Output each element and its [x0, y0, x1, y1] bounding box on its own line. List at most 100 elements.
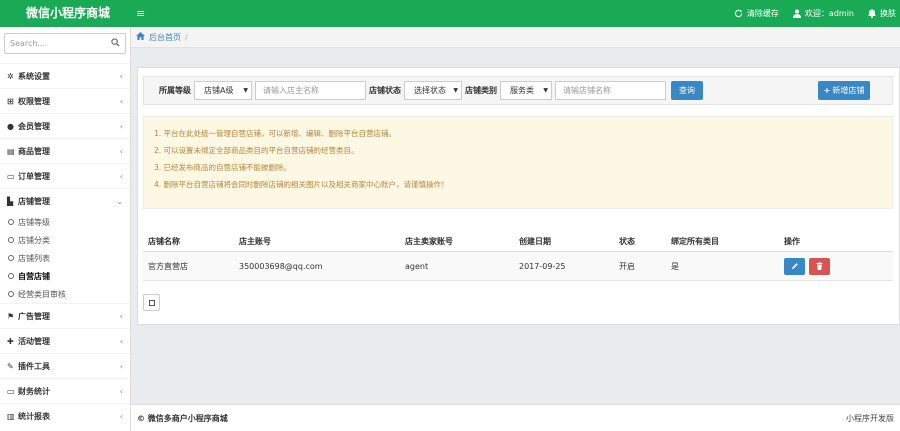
col-seller-account: 店主卖家账号	[405, 237, 453, 246]
sidebar-subitem-store-level[interactable]: 店铺等级	[0, 213, 130, 231]
wallet-icon: ▭	[7, 386, 15, 396]
chevron-left-icon: ‹	[119, 71, 123, 81]
brand-title[interactable]: 微信小程序商城	[0, 0, 136, 27]
type-select-value: 服务类	[510, 86, 534, 95]
chevron-left-icon: ‹	[119, 386, 123, 396]
caret-down-icon: ▼	[243, 87, 248, 94]
top-bar: 微信小程序商城 ≡ 清除缓存 欢迎：admin 换肤	[0, 0, 900, 27]
cell-created-date: 2017-09-25	[519, 261, 566, 271]
owner-name-input[interactable]: 请输入店主名称	[255, 81, 366, 100]
footer: © 微信多商户小程序商城 小程序开发版	[131, 404, 900, 431]
filter-bar: 所属等级 店铺A级 ▼ 请输入店主名称 店铺状态 选择状态 ▼ 店铺类别 服务类…	[143, 76, 893, 105]
sidebar-item-stores[interactable]: ▙ 店铺管理 ⌄	[0, 188, 130, 213]
plug-icon: ✎	[7, 361, 14, 371]
chart-icon: ▥	[7, 411, 15, 421]
sidebar-item-label: 会员管理	[18, 121, 50, 131]
add-store-label: 新增店铺	[832, 86, 865, 95]
col-actions: 操作	[784, 237, 800, 246]
status-select[interactable]: 选择状态 ▼	[404, 81, 462, 100]
circle-icon	[8, 237, 14, 243]
circle-icon	[8, 219, 14, 225]
sidebar-subitem-category-review[interactable]: 经营类目审核	[0, 285, 130, 303]
square-icon	[148, 299, 155, 306]
sidebar-item-system-settings[interactable]: ✲ 系统设置 ‹	[0, 63, 130, 88]
pagination-button[interactable]	[143, 294, 160, 311]
cell-owner-account: 350003698@qq.com	[239, 261, 323, 271]
clear-cache-button[interactable]: 清除缓存	[734, 8, 779, 19]
sidebar-item-label: 店铺管理	[18, 196, 50, 206]
search-input[interactable]	[10, 39, 106, 48]
status-select-value: 选择状态	[414, 86, 446, 95]
type-label: 店铺类别	[465, 86, 497, 95]
home-icon	[136, 32, 145, 42]
table-header: 店铺名称 店主账号 店主卖家账号 创建日期 状态 绑定所有类目 操作	[143, 232, 893, 252]
skin-label: 换肤	[880, 9, 896, 18]
pencil-icon	[791, 263, 798, 269]
chevron-left-icon: ‹	[119, 336, 123, 346]
edit-button[interactable]	[784, 257, 805, 275]
credit-card-icon: ▭	[7, 171, 15, 181]
sidebar-subitem-label: 自营店铺	[18, 271, 50, 281]
col-store-name: 店铺名称	[148, 237, 180, 246]
store-icon: ▙	[7, 196, 14, 206]
trash-icon	[816, 262, 823, 270]
query-button[interactable]: 查询	[671, 81, 703, 100]
col-owner-account: 店主账号	[239, 237, 271, 246]
sidebar-subitem-store-list[interactable]: 店铺列表	[0, 249, 130, 267]
search-icon[interactable]	[111, 37, 120, 50]
store-name-input[interactable]: 请输店铺名称	[555, 81, 666, 100]
sidebar-subitem-self-operated[interactable]: 自营店铺	[0, 267, 130, 285]
level-label: 所属等级	[159, 86, 191, 95]
store-table: 店铺名称 店主账号 店主卖家账号 创建日期 状态 绑定所有类目 操作 官方直营店…	[143, 232, 893, 281]
sitemap-icon: ⊞	[7, 96, 14, 106]
cell-store-name: 官方直营店	[148, 261, 188, 271]
breadcrumb-home-link[interactable]: 后台首页	[149, 32, 181, 43]
sidebar-item-permissions[interactable]: ⊞ 权限管理 ‹	[0, 88, 130, 113]
sidebar-item-plugins[interactable]: ✎ 插件工具 ‹	[0, 353, 130, 378]
bell-icon	[868, 9, 876, 18]
sidebar-item-label: 插件工具	[18, 361, 50, 371]
add-store-button[interactable]: + 新增店铺	[818, 81, 870, 100]
list-icon: ▤	[7, 146, 15, 156]
sidebar-subitem-label: 店铺等级	[18, 217, 50, 227]
skin-button[interactable]: 换肤	[868, 8, 896, 19]
sidebar-subitem-label: 店铺分类	[18, 235, 50, 245]
type-select[interactable]: 服务类 ▼	[500, 81, 552, 100]
circle-icon	[8, 273, 14, 279]
notice-line: 3. 已经发布商品的自营店铺不能被删除。	[154, 163, 292, 172]
sidebar-item-products[interactable]: ▤ 商品管理 ‹	[0, 138, 130, 163]
table-row: 官方直营店 350003698@qq.com agent 2017-09-25 …	[143, 252, 893, 281]
sidebar-subitem-label: 经营类目审核	[18, 289, 66, 299]
sidebar-item-activities[interactable]: ✚ 活动管理 ‹	[0, 328, 130, 353]
menu-toggle-icon[interactable]: ≡	[136, 0, 148, 27]
status-label: 店铺状态	[369, 86, 401, 95]
chevron-left-icon: ‹	[119, 96, 123, 106]
user-icon	[792, 9, 801, 18]
chevron-left-icon: ‹	[119, 121, 123, 131]
refresh-icon	[734, 9, 743, 18]
level-select[interactable]: 店铺A级 ▼	[194, 81, 252, 100]
sidebar-item-label: 财务统计	[18, 386, 50, 396]
flag-icon: ⚑	[7, 311, 15, 321]
sidebar-subitem-store-category[interactable]: 店铺分类	[0, 231, 130, 249]
welcome-text: 欢迎：admin	[804, 9, 854, 18]
user-menu[interactable]: 欢迎：admin	[792, 8, 854, 19]
sidebar-item-orders[interactable]: ▭ 订单管理 ‹	[0, 163, 130, 188]
owner-name-placeholder: 请输入店主名称	[263, 86, 319, 95]
chevron-left-icon: ‹	[119, 146, 123, 156]
col-created-date: 创建日期	[519, 237, 551, 246]
chevron-down-icon: ⌄	[116, 196, 123, 206]
sidebar-item-label: 系统设置	[18, 71, 50, 81]
cell-seller-account: agent	[405, 261, 429, 271]
store-name-placeholder: 请输店铺名称	[563, 86, 611, 95]
delete-button[interactable]	[809, 257, 830, 275]
sidebar-item-finance[interactable]: ▭ 财务统计 ‹	[0, 378, 130, 403]
footer-copyright: © 微信多商户小程序商城	[137, 413, 228, 423]
notice-line: 4. 删除平台自营店铺将会同时删除店铺的相关图片以及相关商家中心账户，请谨慎操作…	[154, 180, 449, 189]
sidebar-item-label: 商品管理	[18, 146, 50, 156]
chevron-left-icon: ‹	[119, 411, 123, 421]
plus-icon: +	[823, 86, 831, 95]
sidebar-item-ads[interactable]: ⚑ 广告管理 ‹	[0, 303, 130, 328]
sidebar-item-members[interactable]: ● 会员管理 ‹	[0, 113, 130, 138]
sidebar-item-reports[interactable]: ▥ 统计报表 ‹	[0, 403, 130, 428]
